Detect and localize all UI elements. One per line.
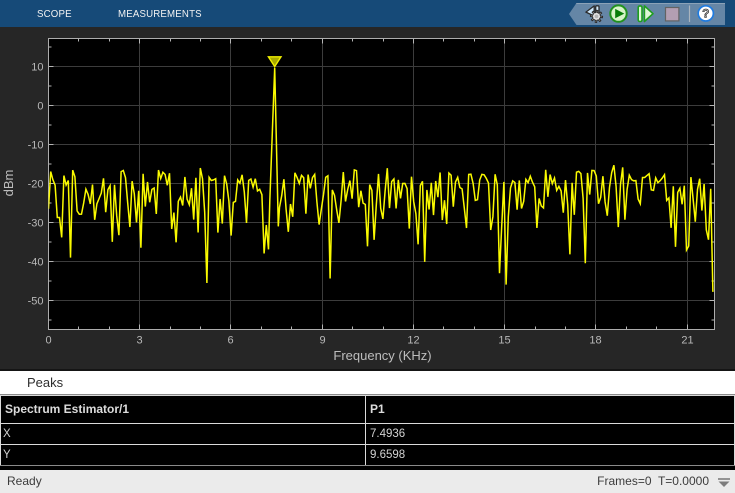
svg-text:-30: -30 — [28, 218, 44, 230]
svg-text:21: 21 — [681, 335, 693, 347]
svg-text:-50: -50 — [28, 296, 44, 308]
svg-text:-10: -10 — [28, 140, 44, 152]
svg-text:dBm: dBm — [1, 170, 16, 197]
svg-text:-20: -20 — [28, 179, 44, 191]
svg-text:10: 10 — [31, 62, 43, 74]
svg-text:18: 18 — [589, 335, 601, 347]
svg-text:0: 0 — [45, 335, 51, 347]
svg-text:15: 15 — [498, 335, 510, 347]
svg-text:?: ? — [702, 7, 709, 21]
svg-text:0: 0 — [37, 101, 43, 113]
svg-text:-40: -40 — [28, 257, 44, 269]
svg-text:3: 3 — [136, 335, 142, 347]
svg-text:9: 9 — [319, 335, 325, 347]
svg-text:Frequency (KHz): Frequency (KHz) — [333, 348, 431, 363]
svg-text:6: 6 — [227, 335, 233, 347]
svg-text:12: 12 — [407, 335, 419, 347]
